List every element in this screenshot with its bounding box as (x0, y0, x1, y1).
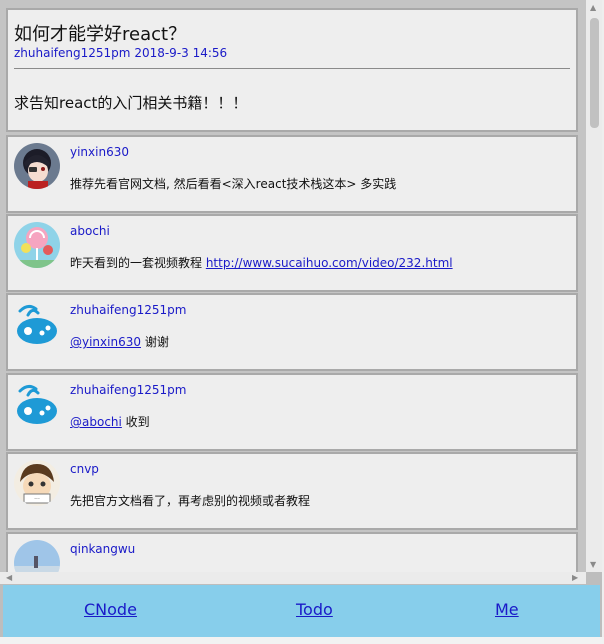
tab-cnode[interactable]: CNode (84, 600, 137, 619)
scroll-up-icon[interactable]: ▲ (590, 3, 596, 13)
window-bottom-edge (0, 637, 604, 644)
vertical-scroll-thumb[interactable] (590, 18, 599, 128)
reply-item: abochi 昨天看到的一套视频教程 http://www.sucaihuo.c… (6, 214, 578, 292)
topic-title: 如何才能学好react？ (14, 24, 187, 45)
video-link[interactable]: http://www.sucaihuo.com/video/232.html (206, 256, 453, 270)
reply-content: 推荐先看官网文档, 然后看看<深入react技术栈这本> 多实践 (70, 177, 397, 191)
landscape-avatar-icon[interactable] (14, 540, 60, 572)
topic-author: zhuhaifeng1251pm (14, 46, 131, 60)
svg-text:···: ··· (34, 496, 40, 503)
reply-author[interactable]: zhuhaifeng1251pm (70, 383, 186, 397)
reply-content: @abochi 收到 (70, 413, 150, 430)
reply-item: zhuhaifeng1251pm @abochi 收到 (6, 373, 578, 451)
reply-content: 先把官方文档看了，再考虑别的视频或者教程 (70, 494, 311, 508)
topic-meta: zhuhaifeng1251pm 2018-9-3 14:56 (14, 46, 227, 60)
scroll-right-icon[interactable]: ▶ (572, 573, 578, 583)
reply-content: @yinxin630 谢谢 (70, 333, 169, 350)
reply-item: ··· cnvp 先把官方文档看了，再考虑别的视频或者教程 (6, 452, 578, 530)
cartoon-child-avatar-icon[interactable]: ··· (14, 460, 60, 506)
reply-text: 收到 (121, 415, 150, 429)
gamepad-avatar-icon[interactable] (14, 301, 60, 347)
tab-me[interactable]: Me (495, 600, 519, 619)
scroll-down-icon[interactable]: ▼ (590, 560, 596, 570)
mention-link[interactable]: @yinxin630 (70, 335, 141, 349)
mention-link[interactable]: @abochi (70, 415, 122, 429)
reply-item: qinkangwu (6, 532, 578, 572)
reply-text: 昨天看到的一套视频教程 (70, 256, 206, 270)
horizontal-scrollbar[interactable]: ◀ ▶ (0, 572, 586, 584)
reply-author[interactable]: cnvp (70, 462, 99, 476)
reply-item: zhuhaifeng1251pm @yinxin630 谢谢 (6, 293, 578, 371)
topic-scroll-view[interactable]: 如何才能学好react？ zhuhaifeng1251pm 2018-9-3 1… (0, 0, 586, 572)
reply-author[interactable]: abochi (70, 224, 110, 238)
gamepad-avatar-icon[interactable] (14, 381, 60, 427)
bottom-tab-bar: CNode Todo Me (3, 585, 600, 637)
reply-text: 谢谢 (141, 335, 169, 349)
anime-girl-avatar-icon[interactable] (14, 143, 60, 189)
topic-date: 2018-9-3 14:56 (134, 46, 228, 60)
reply-item: yinxin630 推荐先看官网文档, 然后看看<深入react技术栈这本> 多… (6, 135, 578, 213)
topic-body: 求告知react的入门相关书籍！！！ (14, 94, 248, 112)
reply-author[interactable]: qinkangwu (70, 542, 135, 556)
lollipop-avatar-icon[interactable] (14, 222, 60, 268)
topic-card: 如何才能学好react？ zhuhaifeng1251pm 2018-9-3 1… (6, 8, 578, 132)
vertical-scrollbar[interactable]: ▲ ▼ (586, 0, 602, 572)
reply-author[interactable]: yinxin630 (70, 145, 129, 159)
reply-author[interactable]: zhuhaifeng1251pm (70, 303, 186, 317)
topic-divider (14, 68, 570, 69)
reply-content: 昨天看到的一套视频教程 http://www.sucaihuo.com/vide… (70, 254, 453, 271)
scroll-left-icon[interactable]: ◀ (6, 573, 12, 583)
tab-todo[interactable]: Todo (296, 600, 333, 619)
